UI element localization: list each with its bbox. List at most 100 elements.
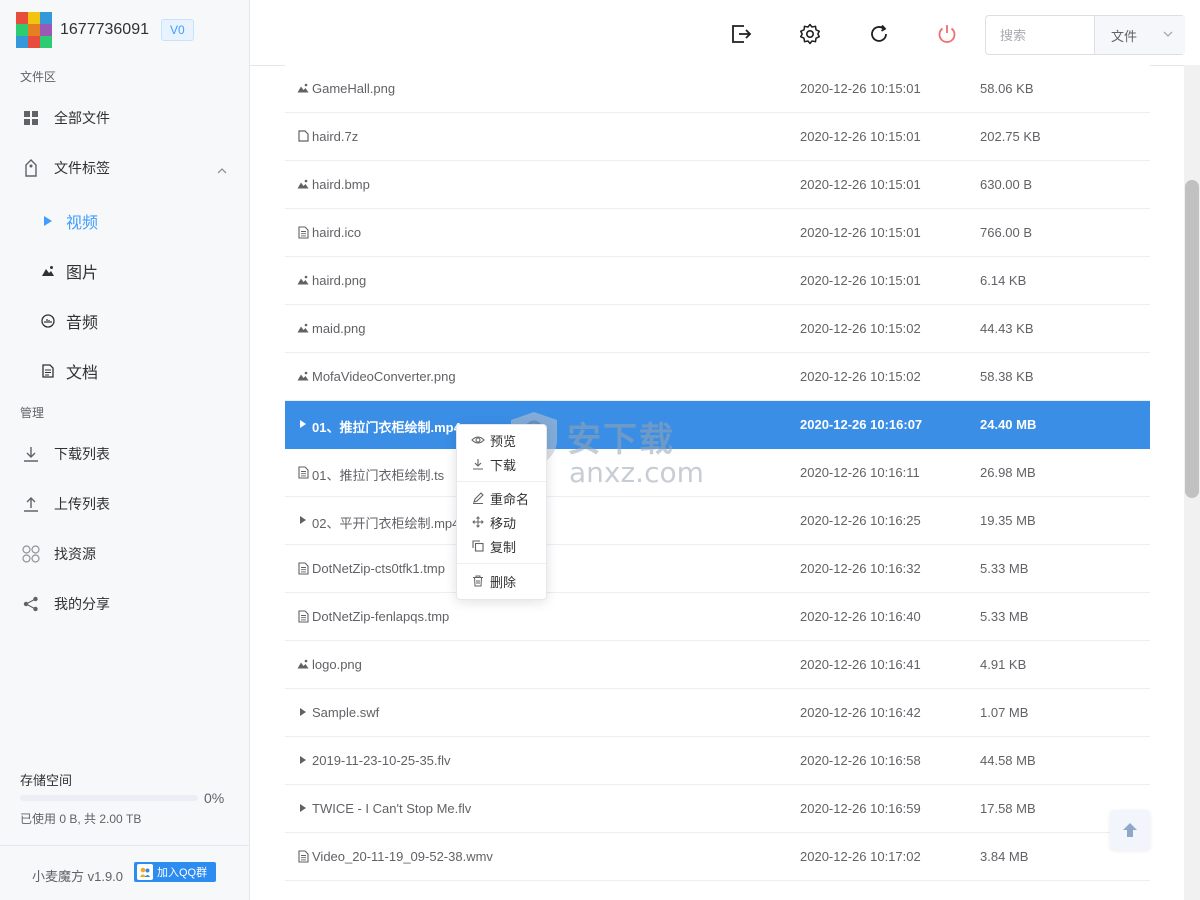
file-row[interactable]: MofaVideoConverter.png 2020-12-26 10:15:0… (285, 353, 1150, 401)
file-row[interactable]: logo.png 2020-12-26 10:16:41 4.91 KB (285, 641, 1150, 689)
context-menu-rename[interactable]: 重命名 (457, 486, 546, 510)
sidebar-item-image[interactable]: 图片 (0, 251, 249, 291)
download-icon (471, 457, 485, 471)
file-row[interactable]: Video_20-11-19_09-52-38.wmv 2020-12-26 10… (285, 833, 1150, 881)
vip-level-badge[interactable]: V0 (160, 19, 194, 41)
scrollbar-thumb[interactable] (1185, 180, 1199, 498)
files-section-title: 文件区 (20, 70, 57, 84)
file-row[interactable]: 01、推拉门衣柜绘制.ts 2020-12-26 10:16:11 26.98 MB (285, 449, 1150, 497)
manage-section-title: 管理 (20, 406, 45, 420)
sidebar-item-document[interactable]: 文档 (0, 351, 249, 391)
sidebar-item-audio[interactable]: 音频 (0, 301, 249, 341)
image-icon (297, 321, 309, 335)
search-input[interactable] (986, 16, 1092, 54)
file-date: 2020-12-26 10:15:02 (800, 321, 921, 336)
play-icon (297, 753, 309, 767)
context-menu-download[interactable]: 下载 (457, 452, 546, 476)
arrow-up-icon (1123, 823, 1137, 837)
file-row[interactable]: maid.png 2020-12-26 10:15:02 44.43 KB (285, 305, 1150, 353)
file-row[interactable]: DotNetZip-fenlapqs.tmp 2020-12-26 10:16:4… (285, 593, 1150, 641)
refresh-button[interactable] (867, 22, 891, 46)
sidebar-item-download-list[interactable]: 下载列表 (0, 434, 249, 474)
search-type-value: 文件 (1111, 28, 1138, 44)
file-row[interactable]: haird.bmp 2020-12-26 10:15:01 630.00 B (285, 161, 1150, 209)
context-menu-preview[interactable]: 预览 (457, 428, 546, 452)
document-icon (297, 561, 309, 575)
file-list: GameHall.png 2020-12-26 10:15:01 58.06 KB h… (285, 65, 1150, 900)
sidebar-item-find-resource[interactable]: 找资源 (0, 534, 249, 574)
file-row[interactable]: TWICE - I Can't Stop Me.flv 2020-12-26 10… (285, 785, 1150, 833)
search-type-select[interactable]: 文件 (1094, 16, 1185, 54)
image-icon (297, 657, 309, 671)
file-name: DotNetZip-fenlapqs.tmp (312, 609, 450, 624)
context-menu-move[interactable]: 移动 (457, 510, 546, 534)
file-size: 58.38 KB (980, 369, 1034, 384)
cube-logo-icon (16, 12, 52, 48)
logout-button[interactable] (729, 22, 753, 46)
file-size: 17.58 MB (980, 801, 1036, 816)
chevron-down-icon (1163, 31, 1173, 37)
sidebar-item-label: 视频 (66, 215, 99, 232)
file-row[interactable]: DotNetZip-cts0tfk1.tmp 2020-12-26 10:16:3… (285, 545, 1150, 593)
file-size: 44.43 KB (980, 321, 1034, 336)
eye-icon (471, 433, 485, 447)
sidebar-item-label: 我的分享 (54, 596, 110, 612)
file-name: Sample.swf (312, 705, 380, 720)
storage-title: 存储空间 (20, 773, 73, 788)
context-menu-label: 删除 (490, 574, 517, 590)
image-icon (297, 369, 309, 383)
file-row[interactable]: haird.7z 2020-12-26 10:15:01 202.75 KB (285, 113, 1150, 161)
file-name: haird.ico (312, 225, 362, 240)
file-date: 2020-12-26 10:16:25 (800, 513, 921, 528)
file-size: 202.75 KB (980, 129, 1041, 144)
sidebar-item-all-files[interactable]: 全部文件 (0, 98, 249, 138)
file-date: 2020-12-26 10:15:01 (800, 177, 921, 192)
settings-button[interactable] (798, 22, 822, 46)
sidebar-item-upload-list[interactable]: 上传列表 (0, 484, 249, 524)
power-icon (938, 25, 956, 43)
context-menu-label: 重命名 (490, 491, 530, 507)
document-icon (40, 362, 56, 380)
file-row[interactable]: haird.png 2020-12-26 10:15:01 6.14 KB (285, 257, 1150, 305)
power-button[interactable] (935, 22, 959, 46)
file-row[interactable]: 2019-11-23-10-25-35.flv 2020-12-26 10:16:… (285, 737, 1150, 785)
qq-group-label: 加入QQ群 (157, 867, 208, 879)
file-row[interactable]: GameHall.png 2020-12-26 10:15:01 58.06 KB (285, 65, 1150, 113)
file-date: 2020-12-26 10:16:42 (800, 705, 921, 720)
context-menu-delete[interactable]: 删除 (457, 569, 546, 593)
tag-icon (22, 159, 40, 177)
sidebar-item-my-share[interactable]: 我的分享 (0, 584, 249, 624)
watermark-text: 安下载 (567, 420, 675, 460)
file-row[interactable]: 01、推拉门衣柜绘制.mp4 2020-12-26 10:16:07 24.40 M… (285, 401, 1150, 449)
file-row[interactable]: 02、平开门衣柜绘制.mp4 2020-12-26 10:16:25 19.35 M… (285, 497, 1150, 545)
document-icon (297, 465, 309, 479)
top-toolbar: 文件 (250, 0, 1200, 66)
file-name: haird.png (312, 273, 367, 288)
sidebar-item-file-tags[interactable]: 文件标签 (0, 148, 249, 188)
file-name: 01、推拉门衣柜绘制.ts (312, 468, 445, 483)
file-date: 2020-12-26 10:15:01 (800, 81, 921, 96)
image-icon (40, 262, 56, 280)
file-name: GameHall.png (312, 81, 396, 96)
file-date: 2020-12-26 10:15:01 (800, 273, 921, 288)
file-date: 2020-12-26 10:15:02 (800, 369, 921, 384)
file-row[interactable]: haird.ico 2020-12-26 10:15:01 766.00 B (285, 209, 1150, 257)
audio-icon (40, 312, 56, 330)
settings-icon (799, 23, 821, 45)
context-menu-label: 下载 (490, 457, 517, 473)
file-name: maid.png (312, 321, 366, 336)
file-size: 6.14 KB (980, 273, 1027, 288)
file-date: 2020-12-26 10:16:41 (800, 657, 921, 672)
file-size: 58.06 KB (980, 81, 1034, 96)
sidebar-item-label: 找资源 (54, 546, 96, 562)
sidebar-item-video[interactable]: 视频 (0, 201, 249, 241)
back-to-top-button[interactable] (1110, 810, 1150, 850)
context-menu-copy[interactable]: 复制 (457, 534, 546, 558)
file-size: 766.00 B (980, 225, 1033, 240)
join-qq-group-button[interactable]: 加入QQ群 (134, 862, 216, 882)
sidebar-item-label: 图片 (66, 265, 99, 282)
share-icon (22, 595, 40, 613)
file-row[interactable]: Sample.swf 2020-12-26 10:16:42 1.07 MB (285, 689, 1150, 737)
edit-icon (471, 491, 485, 505)
find-resource-icon (22, 545, 40, 563)
